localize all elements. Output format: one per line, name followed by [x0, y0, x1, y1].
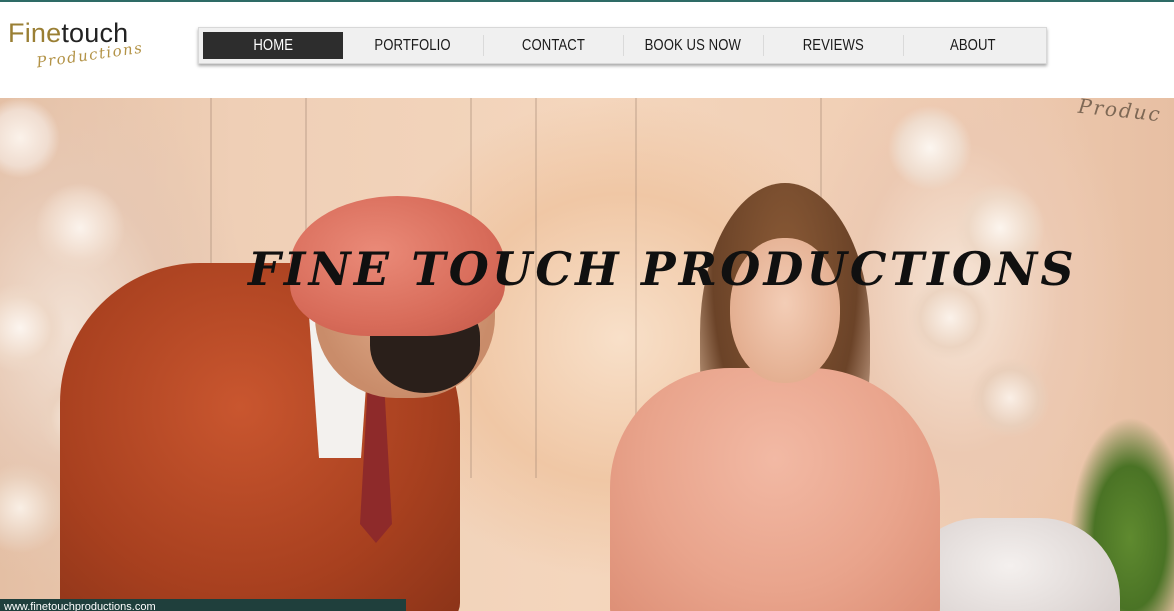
hero-watermark: Produc [1076, 98, 1163, 127]
nav-home[interactable]: HOME [203, 32, 343, 59]
logo-word-fine: Fine [8, 18, 62, 48]
main-nav: HOME PORTFOLIO CONTACT BOOK US NOW REVIE… [198, 27, 1047, 64]
site-header: Finetouch Productions HOME PORTFOLIO CON… [0, 2, 1174, 98]
nav-book-us-now[interactable]: BOOK US NOW [623, 32, 763, 59]
browser-status-bar: www.finetouchproductions.com [0, 599, 406, 611]
status-url: www.finetouchproductions.com [4, 601, 156, 611]
site-logo[interactable]: Finetouch Productions [8, 16, 148, 82]
nav-contact[interactable]: CONTACT [483, 32, 623, 59]
nav-about[interactable]: ABOUT [903, 32, 1042, 59]
hero-title: FINE TOUCH PRODUCTIONS [248, 242, 1077, 296]
bride-figure [610, 368, 940, 611]
nav-reviews[interactable]: REVIEWS [763, 32, 903, 59]
hero-banner: Produc FINE TOUCH PRODUCTIONS [0, 98, 1174, 611]
nav-portfolio[interactable]: PORTFOLIO [343, 32, 483, 59]
